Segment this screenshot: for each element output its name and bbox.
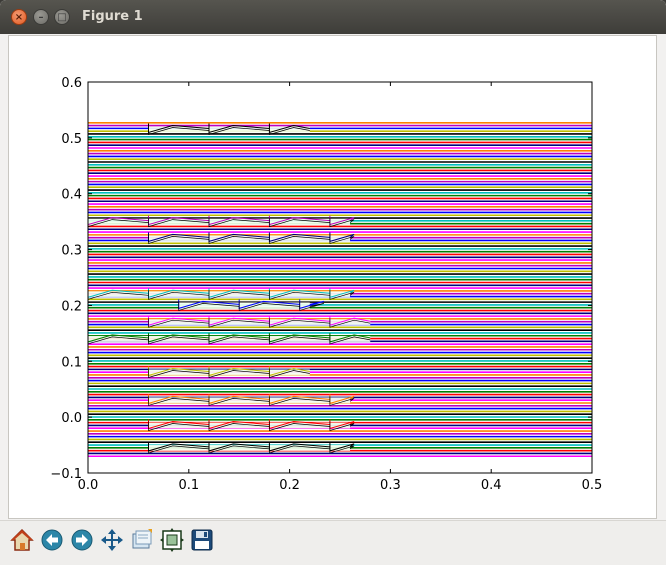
maximize-button[interactable]: □ (54, 9, 70, 25)
move-arrows-icon (101, 529, 123, 551)
y-tick-label: 0.4 (61, 188, 82, 203)
zoom-rect-button[interactable] (128, 525, 156, 555)
navigation-toolbar (0, 520, 666, 565)
x-tick-label: 0.4 (481, 478, 502, 493)
y-tick-label: 0.3 (61, 244, 82, 259)
zoom-rectangle-icon (132, 529, 152, 549)
window-title: Figure 1 (82, 9, 143, 24)
y-tick-label: 0.0 (61, 411, 82, 426)
back-button[interactable] (38, 525, 66, 555)
x-tick-label: 0.1 (178, 478, 199, 493)
y-tick-label: −0.1 (50, 467, 82, 482)
figure-canvas[interactable]: 0.0 0.1 0.2 0.3 0.4 0.5 −0.1 0.0 0.1 0.2 0.3 0.4 0.5… (8, 35, 657, 519)
x-tick-label: 0.3 (380, 478, 401, 493)
x-tick-label: 0.2 (279, 478, 300, 493)
y-tick-label: 0.6 (61, 76, 82, 91)
home-icon (10, 528, 34, 551)
plot-svg[interactable]: 0.0 0.1 0.2 0.3 0.4 0.5−0.10.00.10.20.30.40.5… (9, 36, 656, 518)
arrow-left-icon (41, 529, 63, 551)
save-button[interactable] (188, 525, 216, 555)
forward-button[interactable] (68, 525, 96, 555)
arrow-right-icon (71, 529, 93, 551)
configure-subplots-icon (160, 528, 184, 552)
title-bar[interactable]: × – □ Figure 1 (0, 0, 666, 34)
close-button[interactable]: × (11, 9, 27, 25)
minimize-button[interactable]: – (33, 9, 49, 25)
x-tick-label: 0.5 (582, 478, 603, 493)
y-tick-label: 0.1 (61, 355, 82, 370)
y-tick-label: 0.5 (61, 132, 82, 147)
subplots-button[interactable] (158, 525, 186, 555)
figure-window: × – □ Figure 1 0.0 0.1 0.2 0.3 0.4 0.5 −0.1 0.0… (0, 0, 666, 565)
y-tick-label: 0.2 (61, 299, 82, 314)
pan-button[interactable] (98, 525, 126, 555)
home-button[interactable] (8, 525, 36, 555)
floppy-disk-icon (191, 529, 213, 551)
